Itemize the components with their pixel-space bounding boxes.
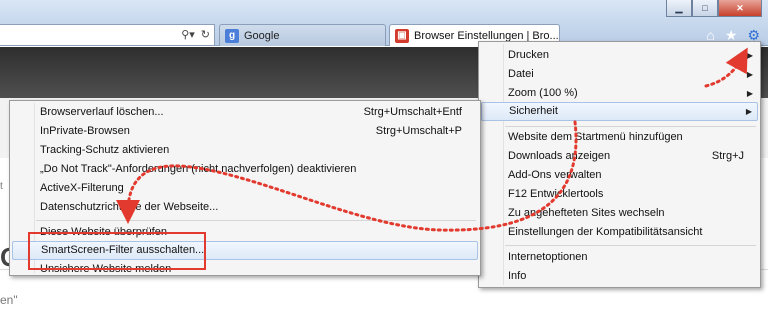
menu-item-label: InPrivate-Browsen: [40, 125, 130, 137]
menu-item-internetoptionen[interactable]: Internetoptionen: [481, 248, 758, 267]
menu-item-shortcut: Strg+Umschalt+Entf: [363, 106, 462, 118]
menu-item-sicherheit[interactable]: Sicherheit ▶: [481, 102, 758, 121]
menu-item-label: Internetoptionen: [508, 251, 588, 263]
google-favicon-icon: g: [225, 28, 239, 43]
address-bar[interactable]: ⚲▾ ↻: [0, 24, 215, 46]
menu-item-datei[interactable]: Datei ▶: [481, 65, 758, 84]
search-dropdown-icon[interactable]: ⚲▾: [181, 28, 195, 41]
tools-menu: Drucken ▶ Datei ▶ Zoom (100 %) ▶ Sicherheit…: [478, 41, 761, 288]
menu-item-label: Drucken: [508, 49, 549, 61]
menu-item-label: Einstellungen der Kompatibilitätsansicht: [508, 226, 703, 238]
tab-label: Google: [244, 29, 280, 42]
menu-item-browserverlauf[interactable]: Browserverlauf löschen... Strg+Umschalt+E…: [12, 103, 478, 122]
menu-item-startmenue[interactable]: Website dem Startmenü hinzufügen: [481, 128, 758, 147]
menu-item-shortcut: Strg+Umschalt+P: [375, 125, 462, 137]
menu-item-f12-tools[interactable]: F12 Entwicklertools: [481, 185, 758, 204]
refresh-icon[interactable]: ↻: [201, 28, 210, 41]
menu-item-datenschutz[interactable]: Datenschutzrichtlinie der Webseite...: [12, 198, 478, 217]
tab-google[interactable]: g Google: [219, 24, 386, 46]
menu-item-label: Info: [508, 270, 527, 282]
menu-item-inprivate[interactable]: InPrivate-Browsen Strg+Umschalt+P: [12, 122, 478, 141]
window-controls: ▁ □ ✕: [666, 0, 762, 17]
submenu-arrow-icon: ▶: [746, 89, 753, 98]
close-icon[interactable]: ✕: [718, 0, 762, 17]
menu-item-label: Datei: [508, 68, 534, 80]
menu-item-label: Add-Ons verwalten: [508, 169, 602, 181]
menu-item-label: Tracking-Schutz aktivieren: [40, 144, 170, 156]
menu-item-label: ActiveX-Filterung: [40, 182, 124, 194]
annotation-highlight-box: [28, 232, 206, 270]
page-text-fragment: t: [0, 181, 3, 192]
site-favicon-icon: ▣: [395, 28, 409, 43]
browser-titlebar: ▁ □ ✕ ⚲▾ ↻ g Google ▣ Browser Einstellun…: [0, 0, 768, 46]
menu-item-label: Downloads anzeigen: [508, 150, 611, 162]
menu-separator: [505, 126, 756, 127]
menu-item-addons[interactable]: Add-Ons verwalten: [481, 166, 758, 185]
menu-item-angeheftete-sites[interactable]: Zu angehefteten Sites wechseln: [481, 204, 758, 223]
minimize-icon[interactable]: ▁: [666, 0, 692, 17]
menu-item-do-not-track[interactable]: „Do Not Track"-Anforderungen (nicht nach…: [12, 160, 478, 179]
menu-separator: [505, 245, 756, 246]
menu-item-shortcut: Strg+J: [711, 150, 744, 162]
menu-item-kompatibilitaet[interactable]: Einstellungen der Kompatibilitätsansicht: [481, 223, 758, 242]
menu-separator: [36, 220, 476, 221]
menu-item-label: Website dem Startmenü hinzufügen: [508, 131, 683, 143]
submenu-arrow-icon: ▶: [745, 107, 752, 116]
menu-item-label: Datenschutzrichtlinie der Webseite...: [40, 201, 219, 213]
menu-item-tracking-schutz[interactable]: Tracking-Schutz aktivieren: [12, 141, 478, 160]
menu-item-activex[interactable]: ActiveX-Filterung: [12, 179, 478, 198]
menu-item-drucken[interactable]: Drucken ▶: [481, 46, 758, 65]
menu-item-label: Zu angehefteten Sites wechseln: [508, 207, 665, 219]
maximize-icon[interactable]: □: [692, 0, 718, 17]
menu-item-downloads[interactable]: Downloads anzeigen Strg+J: [481, 147, 758, 166]
menu-item-label: Sicherheit: [509, 105, 558, 117]
menu-item-label: Zoom (100 %): [508, 87, 578, 99]
menu-item-info[interactable]: Info: [481, 267, 758, 286]
tab-label: Browser Einstellungen | Bro...: [414, 29, 559, 42]
submenu-arrow-icon: ▶: [746, 51, 753, 60]
submenu-arrow-icon: ▶: [746, 70, 753, 79]
menu-item-label: F12 Entwicklertools: [508, 188, 604, 200]
menu-item-zoom[interactable]: Zoom (100 %) ▶: [481, 84, 758, 103]
menu-item-label: „Do Not Track"-Anforderungen (nicht nach…: [40, 163, 357, 175]
page-text-fragment: en": [0, 293, 18, 307]
menu-item-label: Browserverlauf löschen...: [40, 106, 164, 118]
